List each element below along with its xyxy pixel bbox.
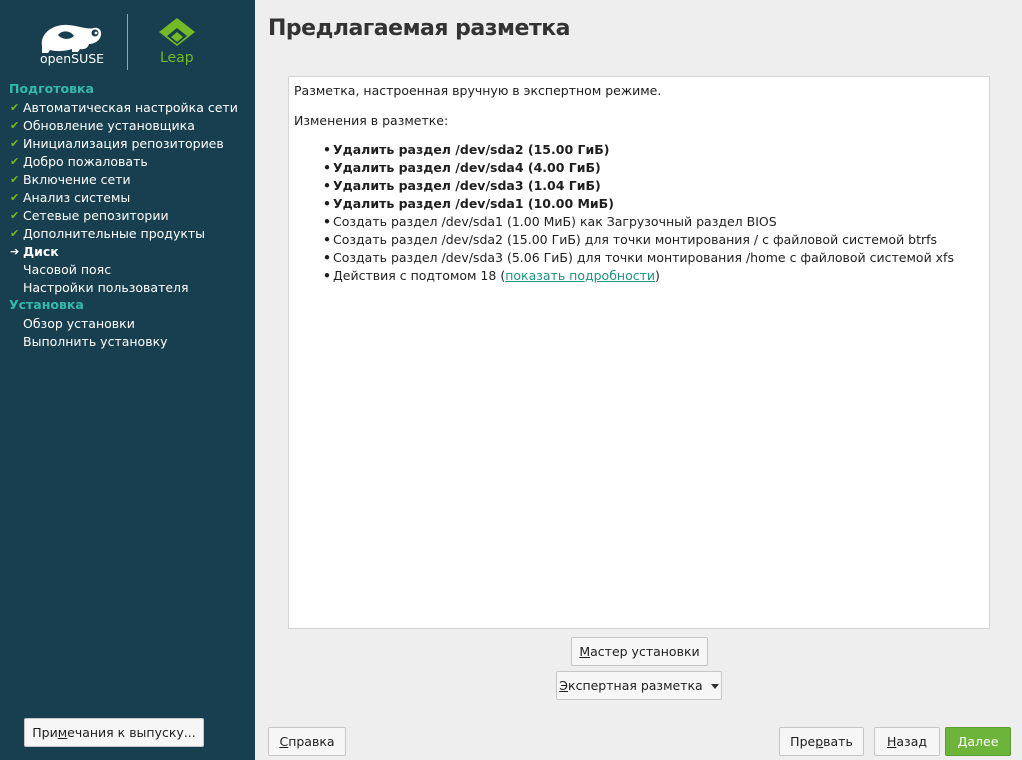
step-item: ✔ Обновление установщика	[0, 117, 255, 135]
check-icon: ✔	[10, 191, 20, 204]
chevron-down-icon	[710, 684, 719, 689]
page-title: Предлагаемая разметка	[268, 16, 571, 41]
guided-label: астер установки	[590, 644, 700, 659]
step-label: Дополнительные продукты	[23, 226, 206, 241]
step-label: Инициализация репозиториев	[23, 136, 224, 151]
guided-mnemonic: М	[579, 644, 591, 659]
subvolume-change-item: Действия с подтомом 18 (показать подробн…	[323, 267, 954, 285]
step-label: Выполнить установку	[23, 334, 168, 349]
step-label: Часовой пояс	[23, 262, 112, 277]
opensuse-text: openSUSE	[40, 51, 104, 66]
subvolume-label-pre: Действия с подтомом 18 (	[333, 268, 506, 283]
check-icon: ✔	[10, 155, 20, 168]
help-mnemonic: С	[279, 734, 289, 749]
changes-header: Изменения в разметке:	[294, 113, 449, 128]
guided-setup-button[interactable]: Мастер установки	[571, 637, 708, 666]
sidebar: openSUSE Leap Подготовка ✔ Автоматическая …	[0, 0, 255, 760]
abort-button[interactable]: Прервать	[779, 727, 864, 756]
change-item: Удалить раздел /dev/sda3 (1.04 ГиБ)	[323, 177, 954, 195]
back-label: азад	[896, 734, 927, 749]
back-button[interactable]: Назад	[874, 727, 940, 756]
changes-list: Удалить раздел /dev/sda2 (15.00 ГиБ)Удал…	[323, 141, 954, 285]
show-details-link[interactable]: показать подробности	[505, 268, 655, 283]
help-label: правка	[288, 734, 335, 749]
check-icon: ✔	[10, 209, 20, 222]
step-item: Настройки пользователя	[0, 279, 255, 297]
step-item: ➔ Диск	[0, 243, 255, 261]
check-icon: ✔	[10, 101, 20, 114]
step-item: ✔ Сетевые репозитории	[0, 207, 255, 225]
next-button[interactable]: Далее	[945, 727, 1011, 756]
expert-mnemonic: Э	[559, 678, 569, 693]
step-item: Выполнить установку	[0, 333, 255, 351]
step-label: Автоматическая настройка сети	[23, 100, 238, 115]
step-label: Обновление установщика	[23, 118, 195, 133]
opensuse-logo: openSUSE	[40, 24, 104, 66]
change-item: Удалить раздел /dev/sda4 (4.00 ГиБ)	[323, 159, 954, 177]
change-item: Создать раздел /dev/sda2 (15.00 ГиБ) для…	[323, 231, 954, 249]
step-item: ✔ Включение сети	[0, 171, 255, 189]
logo-divider	[127, 14, 128, 70]
change-item: Удалить раздел /dev/sda1 (10.00 МиБ)	[323, 195, 954, 213]
step-label: Диск	[23, 244, 59, 259]
leap-text: Leap	[160, 50, 194, 66]
subvolume-label-post: )	[655, 268, 660, 283]
installation-steps: Подготовка ✔ Автоматическая настройка сети…	[0, 81, 255, 351]
check-icon: ✔	[10, 173, 20, 186]
step-item: ✔ Анализ системы	[0, 189, 255, 207]
release-notes-label-post: ечания к выпуску...	[67, 725, 196, 740]
step-item: ✔ Инициализация репозиториев	[0, 135, 255, 153]
step-label: Настройки пользователя	[23, 280, 189, 295]
leap-logo	[159, 18, 195, 46]
release-notes-button[interactable]: Примечания к выпуску...	[24, 718, 204, 747]
abort-label-post: вать	[823, 734, 853, 749]
change-item: Удалить раздел /dev/sda2 (15.00 ГиБ)	[323, 141, 954, 159]
step-item: ✔ Автоматическая настройка сети	[0, 99, 255, 117]
section-header: Подготовка	[9, 81, 94, 96]
step-label: Обзор установки	[23, 316, 135, 331]
change-item: Создать раздел /dev/sda1 (1.00 МиБ) как …	[323, 213, 954, 231]
step-label: Включение сети	[23, 172, 131, 187]
section-header: Установка	[9, 297, 84, 312]
logo-area: openSUSE Leap	[0, 0, 255, 80]
check-icon: ✔	[10, 119, 20, 132]
summary-intro: Разметка, настроенная вручную в экспертн…	[294, 83, 662, 98]
step-item: Обзор установки	[0, 315, 255, 333]
help-button[interactable]: Справка	[268, 727, 346, 756]
expert-partitioner-dropdown[interactable]: Экспертная разметка	[556, 671, 722, 700]
abort-mnemonic: р	[815, 734, 824, 749]
release-notes-label-pre: При	[32, 725, 58, 740]
release-notes-mnemonic: м	[57, 725, 68, 740]
step-item: ✔ Добро пожаловать	[0, 153, 255, 171]
step-item: ✔ Дополнительные продукты	[0, 225, 255, 243]
back-mnemonic: Н	[886, 734, 897, 749]
arrow-right-icon: ➔	[10, 245, 20, 258]
step-label: Добро пожаловать	[23, 154, 148, 169]
check-icon: ✔	[10, 137, 20, 150]
change-item: Создать раздел /dev/sda3 (5.06 ГиБ) для …	[323, 249, 954, 267]
next-mnemonic: Д	[957, 734, 968, 749]
step-label: Сетевые репозитории	[23, 208, 169, 223]
abort-label-pre: Пре	[790, 734, 816, 749]
step-item: Часовой пояс	[0, 261, 255, 279]
step-label: Анализ системы	[23, 190, 131, 205]
expert-label: кспертная разметка	[568, 678, 703, 693]
partitioning-summary: Разметка, настроенная вручную в экспертн…	[288, 76, 990, 629]
next-label: алее	[967, 734, 999, 749]
check-icon: ✔	[10, 227, 20, 240]
